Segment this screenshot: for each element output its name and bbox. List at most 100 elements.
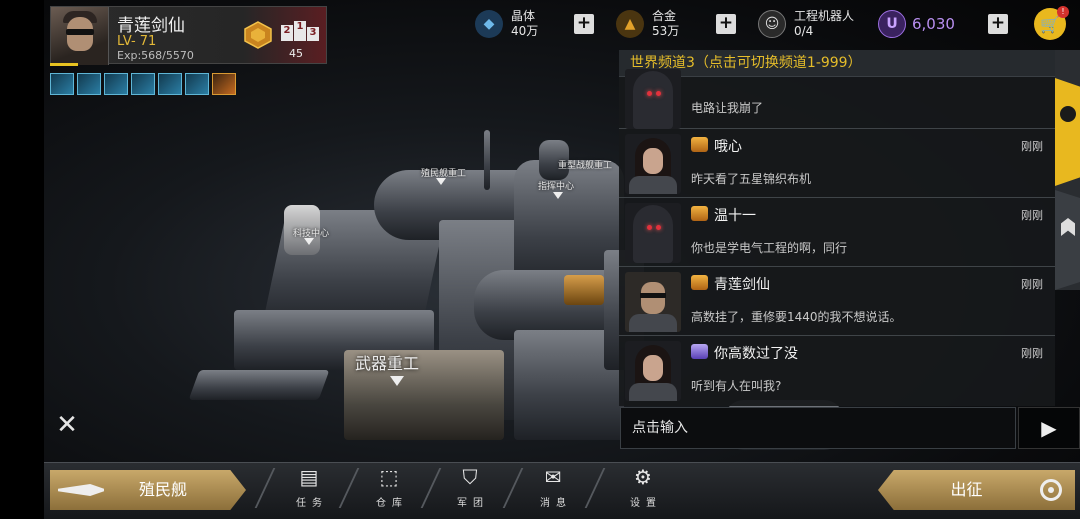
vip-badge-icon (691, 137, 708, 152)
buff-icon[interactable] (104, 73, 128, 95)
chat-sender: 你高数过了没 (714, 346, 798, 362)
crystal-value: 40万 (511, 24, 539, 38)
resource-crystal[interactable]: ◆ 晶体 40万 (475, 6, 538, 42)
chat-message[interactable]: 温十一 刚刚 你也是学电气工程的啊，同行 (619, 199, 1055, 267)
warehouse-icon: ⬚ (379, 465, 399, 489)
shop-notification-badge: ! (1057, 6, 1069, 18)
chat-message-text: 昨天看了五星锦织布机 (691, 172, 812, 186)
chat-panel: 世界频道3（点击可切换频道1-999） 电路让我崩了 哦心 刚刚 昨天看了五星锦… (619, 50, 1055, 406)
label-heavy-battleship[interactable]: 重型战舰重工 (558, 158, 612, 171)
chat-message-text: 你也是学电气工程的啊，同行 (691, 241, 848, 255)
nav-warehouse[interactable]: ⬚ 仓库 (356, 462, 422, 512)
chat-avatar[interactable] (625, 272, 681, 332)
nav-task-label: 任务 (296, 498, 328, 509)
add-alloy-button[interactable]: + (716, 14, 736, 34)
robots-label: 工程机器人 (794, 9, 855, 23)
buff-icon[interactable] (50, 73, 74, 95)
marker-colony-heavy (436, 178, 446, 185)
chat-message[interactable]: 你高数过了没 刚刚 听到有人在叫我? (619, 337, 1055, 405)
marker-command (553, 192, 563, 199)
chat-message[interactable]: 青莲剑仙 刚刚 高数挂了，重修要1440的我不想说话。 (619, 268, 1055, 336)
chat-time: 刚刚 (1021, 278, 1043, 291)
settings-icon: ⚙ (634, 465, 652, 489)
player-name: 青莲剑仙 (117, 16, 185, 36)
vip-badge-icon (691, 344, 708, 359)
currency-value: 6,030 (912, 15, 955, 33)
globe-icon (1060, 106, 1076, 122)
crystal-label: 晶体 (511, 9, 536, 23)
rank-digit: 3 (307, 27, 319, 41)
ranking-podium-icon[interactable]: 2 1 3 (281, 21, 319, 41)
buff-icon[interactable] (77, 73, 101, 95)
task-icon: ▤ (299, 465, 319, 489)
chat-time: 刚刚 (1021, 140, 1043, 153)
resource-currency[interactable]: U 6,030 (878, 6, 955, 42)
chat-time: 刚刚 (1021, 209, 1043, 222)
nav-legion[interactable]: ⛉ 军团 (437, 462, 503, 512)
crystal-icon: ◆ (475, 10, 503, 38)
chat-message[interactable]: 电路让我崩了 (619, 69, 1055, 129)
alloy-value: 53万 (652, 24, 680, 38)
chat-channel-switch[interactable]: 世界频道3（点击可切换频道1-999） (619, 50, 1055, 77)
add-currency-button[interactable]: + (988, 14, 1008, 34)
legion-icon: ⛉ (462, 465, 478, 489)
chat-message-text: 听到有人在叫我? (691, 379, 782, 393)
label-command[interactable]: 指挥中心 (538, 179, 574, 192)
add-crystal-button[interactable]: + (574, 14, 594, 34)
currency-u-icon: U (878, 10, 906, 38)
player-level: LV- 71 (117, 34, 157, 49)
chat-message-text: 电路让我崩了 (691, 101, 764, 115)
marker-tech (304, 238, 314, 245)
chat-avatar[interactable] (625, 203, 681, 263)
nav-legion-label: 军团 (457, 498, 489, 509)
message-icon: ✉ (544, 465, 562, 489)
resource-alloy[interactable]: ▲ 合金 53万 (616, 6, 679, 42)
chat-avatar[interactable] (625, 69, 681, 129)
nav-message[interactable]: ✉ 消息 (520, 462, 586, 512)
tab-world-chat[interactable] (1055, 78, 1080, 186)
marker-weapons (390, 376, 404, 386)
chat-avatar[interactable] (625, 341, 681, 401)
send-button[interactable]: ▶ (1018, 407, 1080, 449)
robot-icon: ☺ (758, 10, 786, 38)
vip-badge-icon (691, 275, 708, 290)
send-icon: ▶ (1041, 416, 1057, 440)
tab-legion-chat[interactable] (1055, 190, 1080, 290)
rank-digit: 1 (294, 21, 306, 41)
buff-list (50, 73, 236, 95)
nav-message-label: 消息 (540, 498, 572, 509)
tools-icon[interactable]: ✕ (52, 410, 82, 440)
nav-warehouse-label: 仓库 (376, 498, 408, 509)
buff-icon[interactable] (158, 73, 182, 95)
expedition-label: 出征 (950, 480, 983, 499)
alloy-icon: ▲ (616, 10, 644, 38)
buff-icon[interactable] (185, 73, 209, 95)
vip-badge-icon (691, 206, 708, 221)
chat-sender: 青莲剑仙 (714, 277, 770, 293)
alloy-label: 合金 (652, 9, 677, 23)
nav-settings-label: 设置 (630, 498, 662, 509)
chat-message-text: 高数挂了，重修要1440的我不想说话。 (691, 310, 902, 324)
crosshair-icon (1040, 479, 1062, 501)
rank-count: 45 (289, 47, 303, 60)
chat-input[interactable]: 点击输入 (620, 407, 1016, 449)
resource-robots[interactable]: ☺ 工程机器人 0/4 (758, 6, 854, 42)
chat-sender: 哦心 (714, 139, 742, 155)
label-weapons[interactable]: 武器重工 (355, 350, 419, 374)
player-exp: Exp:568/5570 (117, 49, 194, 62)
nav-task[interactable]: ▤ 任务 (276, 462, 342, 512)
chat-sender: 温十一 (714, 208, 756, 224)
rank-digit: 2 (281, 25, 293, 41)
chat-time: 刚刚 (1021, 347, 1043, 360)
chat-message[interactable]: 哦心 刚刚 昨天看了五星锦织布机 (619, 130, 1055, 198)
rank-medal-icon[interactable] (244, 21, 272, 49)
chat-avatar[interactable] (625, 134, 681, 194)
player-avatar[interactable] (51, 7, 109, 65)
player-profile[interactable]: 青莲剑仙 LV- 71 Exp:568/5570 2 1 3 45 (50, 6, 327, 65)
buff-icon[interactable] (212, 73, 236, 95)
colony-ship-label: 殖民舰 (138, 480, 187, 499)
buff-icon[interactable] (131, 73, 155, 95)
nav-settings[interactable]: ⚙ 设置 (610, 462, 676, 512)
robots-value: 0/4 (794, 24, 814, 38)
left-black-margin (0, 0, 44, 519)
